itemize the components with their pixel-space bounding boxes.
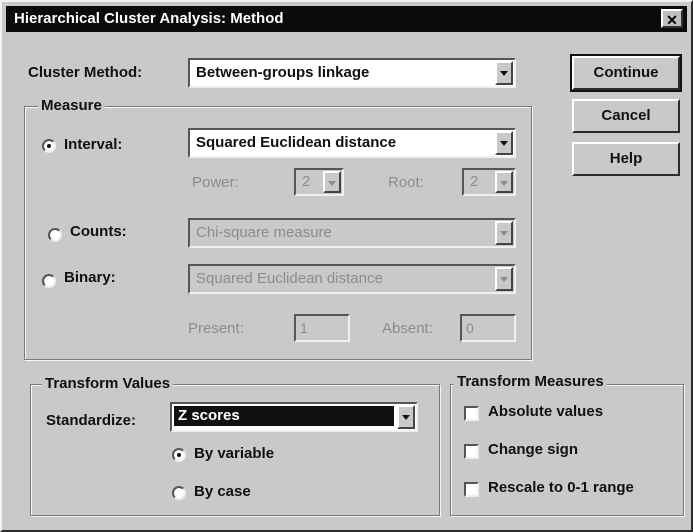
standardize-label: Standardize: [46, 412, 137, 429]
absent-value: 0 [466, 320, 474, 336]
power-label: Power: [192, 174, 239, 191]
cancel-button[interactable]: Cancel [572, 99, 680, 133]
change-sign-checkbox[interactable] [464, 444, 479, 459]
cluster-method-select[interactable]: Between-groups linkage [188, 58, 516, 88]
binary-measure-select[interactable]: Squared Euclidean distance [188, 264, 516, 294]
present-value: 1 [300, 320, 308, 336]
interval-measure-select[interactable]: Squared Euclidean distance [188, 128, 516, 158]
chevron-down-icon[interactable] [495, 171, 513, 193]
interval-label[interactable]: Interval: [64, 136, 122, 153]
interval-radio[interactable] [42, 139, 56, 153]
power-value: 2 [302, 173, 311, 190]
chevron-down-icon[interactable] [495, 267, 513, 291]
transform-measures-title: Transform Measures [454, 373, 607, 390]
chevron-down-icon[interactable] [397, 405, 415, 429]
chevron-down-icon[interactable] [495, 131, 513, 155]
absent-field[interactable]: 0 [460, 314, 516, 342]
absolute-values-checkbox[interactable] [464, 406, 479, 421]
present-label: Present: [188, 320, 244, 337]
interval-measure-value: Squared Euclidean distance [196, 134, 397, 151]
by-case-radio[interactable] [172, 486, 186, 500]
cluster-method-label: Cluster Method: [28, 64, 143, 81]
by-variable-radio[interactable] [172, 448, 186, 462]
standardize-value: Z scores [174, 406, 394, 426]
counts-measure-select[interactable]: Chi-square measure [188, 218, 516, 248]
standardize-select[interactable]: Z scores [170, 402, 418, 432]
title-bar[interactable]: Hierarchical Cluster Analysis: Method ✕ [6, 6, 687, 32]
binary-radio[interactable] [42, 274, 56, 288]
chevron-down-icon[interactable] [323, 171, 341, 193]
counts-label[interactable]: Counts: [70, 223, 127, 240]
cluster-method-value: Between-groups linkage [196, 64, 370, 81]
root-label: Root: [388, 174, 424, 191]
root-select[interactable]: 2 [462, 168, 516, 196]
dialog-window: Hierarchical Cluster Analysis: Method ✕ … [0, 0, 693, 532]
binary-label[interactable]: Binary: [64, 269, 116, 286]
window-title: Hierarchical Cluster Analysis: Method [14, 10, 284, 27]
power-select[interactable]: 2 [294, 168, 344, 196]
measure-group-title: Measure [38, 97, 105, 114]
counts-radio[interactable] [48, 228, 62, 242]
transform-values-title: Transform Values [42, 375, 174, 392]
present-field[interactable]: 1 [294, 314, 350, 342]
close-icon: ✕ [666, 12, 678, 28]
absolute-values-label[interactable]: Absolute values [488, 403, 603, 420]
change-sign-label[interactable]: Change sign [488, 441, 578, 458]
rescale-label[interactable]: Rescale to 0-1 range [488, 479, 634, 496]
root-value: 2 [470, 173, 479, 190]
by-case-label[interactable]: By case [194, 483, 251, 500]
chevron-down-icon[interactable] [495, 221, 513, 245]
continue-button[interactable]: Continue [570, 54, 682, 92]
absent-label: Absent: [382, 320, 433, 337]
counts-measure-value: Chi-square measure [196, 224, 332, 241]
help-button[interactable]: Help [572, 142, 680, 176]
rescale-checkbox[interactable] [464, 482, 479, 497]
close-button[interactable]: ✕ [661, 9, 683, 28]
by-variable-label[interactable]: By variable [194, 445, 274, 462]
chevron-down-icon[interactable] [495, 61, 513, 85]
binary-measure-value: Squared Euclidean distance [196, 270, 383, 287]
